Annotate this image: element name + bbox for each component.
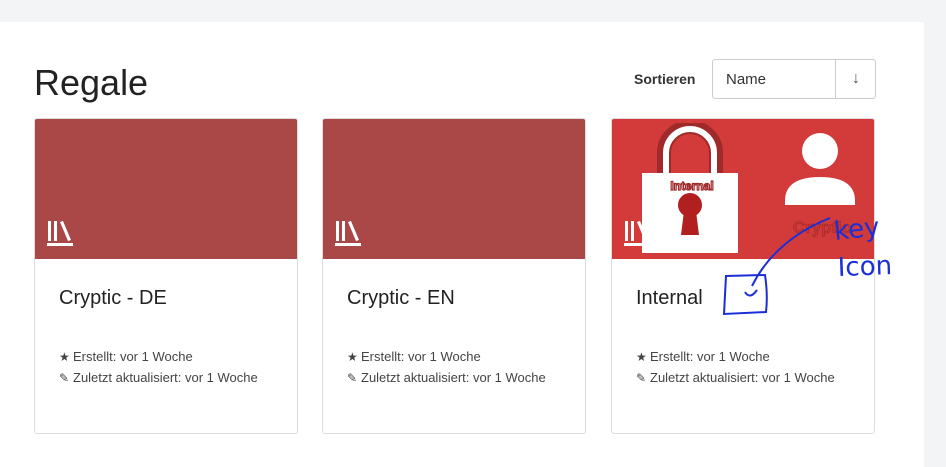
lock-label: Internal xyxy=(670,179,713,193)
user-icon: Cryptic xyxy=(785,133,855,237)
shelf-created: ★ Erstellt: vor 1 Woche xyxy=(347,346,481,368)
pencil-icon: ✎ xyxy=(59,371,70,385)
shelf-updated: ✎ Zuletzt aktualisiert: vor 1 Woche xyxy=(347,367,567,389)
star-icon: ★ xyxy=(636,350,647,364)
sort-arrow-icon: ↓ xyxy=(852,70,860,87)
star-icon: ★ xyxy=(347,350,358,364)
pencil-icon: ✎ xyxy=(347,371,358,385)
shelf-title[interactable]: Internal xyxy=(636,287,703,310)
shelf-icon xyxy=(47,221,73,246)
sort-direction-button[interactable]: ↓ xyxy=(836,60,876,98)
updated-text: Zuletzt aktualisiert: vor 1 Woche xyxy=(361,370,546,385)
shelf-created: ★ Erstellt: vor 1 Woche xyxy=(59,346,193,368)
created-text: Erstellt: vor 1 Woche xyxy=(650,349,770,364)
shelf-card[interactable]: Cryptic - EN ★ Erstellt: vor 1 Woche ✎ Zul… xyxy=(322,118,586,434)
sort-select-value[interactable]: Name xyxy=(726,71,766,88)
shelf-cover[interactable]: Internal Cryptic xyxy=(612,119,874,259)
shelf-icon xyxy=(335,221,361,246)
pencil-icon: ✎ xyxy=(636,371,647,385)
shelf-card[interactable]: Cryptic - DE ★ Erstellt: vor 1 Woche ✎ Zul… xyxy=(34,118,298,434)
shelf-title[interactable]: Cryptic - EN xyxy=(347,287,455,310)
shelf-updated: ✎ Zuletzt aktualisiert: vor 1 Woche xyxy=(636,367,856,389)
sort-select[interactable]: Name ↓ xyxy=(712,59,876,99)
page-title: Regale xyxy=(34,62,149,103)
lock-icon: Internal xyxy=(642,123,738,253)
star-icon: ★ xyxy=(59,350,70,364)
shelf-card[interactable]: Internal Cryptic Internal ★ Erstellt: vor… xyxy=(611,118,875,434)
shelf-created: ★ Erstellt: vor 1 Woche xyxy=(636,346,770,368)
updated-text: Zuletzt aktualisiert: vor 1 Woche xyxy=(73,370,258,385)
shelf-cover[interactable] xyxy=(323,119,585,259)
created-text: Erstellt: vor 1 Woche xyxy=(361,349,481,364)
shelf-updated: ✎ Zuletzt aktualisiert: vor 1 Woche xyxy=(59,367,279,389)
created-text: Erstellt: vor 1 Woche xyxy=(73,349,193,364)
shelf-title[interactable]: Cryptic - DE xyxy=(59,287,167,310)
updated-text: Zuletzt aktualisiert: vor 1 Woche xyxy=(650,370,835,385)
user-label: Cryptic xyxy=(793,218,852,237)
sort-label: Sortieren xyxy=(634,71,696,87)
shelf-cover[interactable] xyxy=(35,119,297,259)
